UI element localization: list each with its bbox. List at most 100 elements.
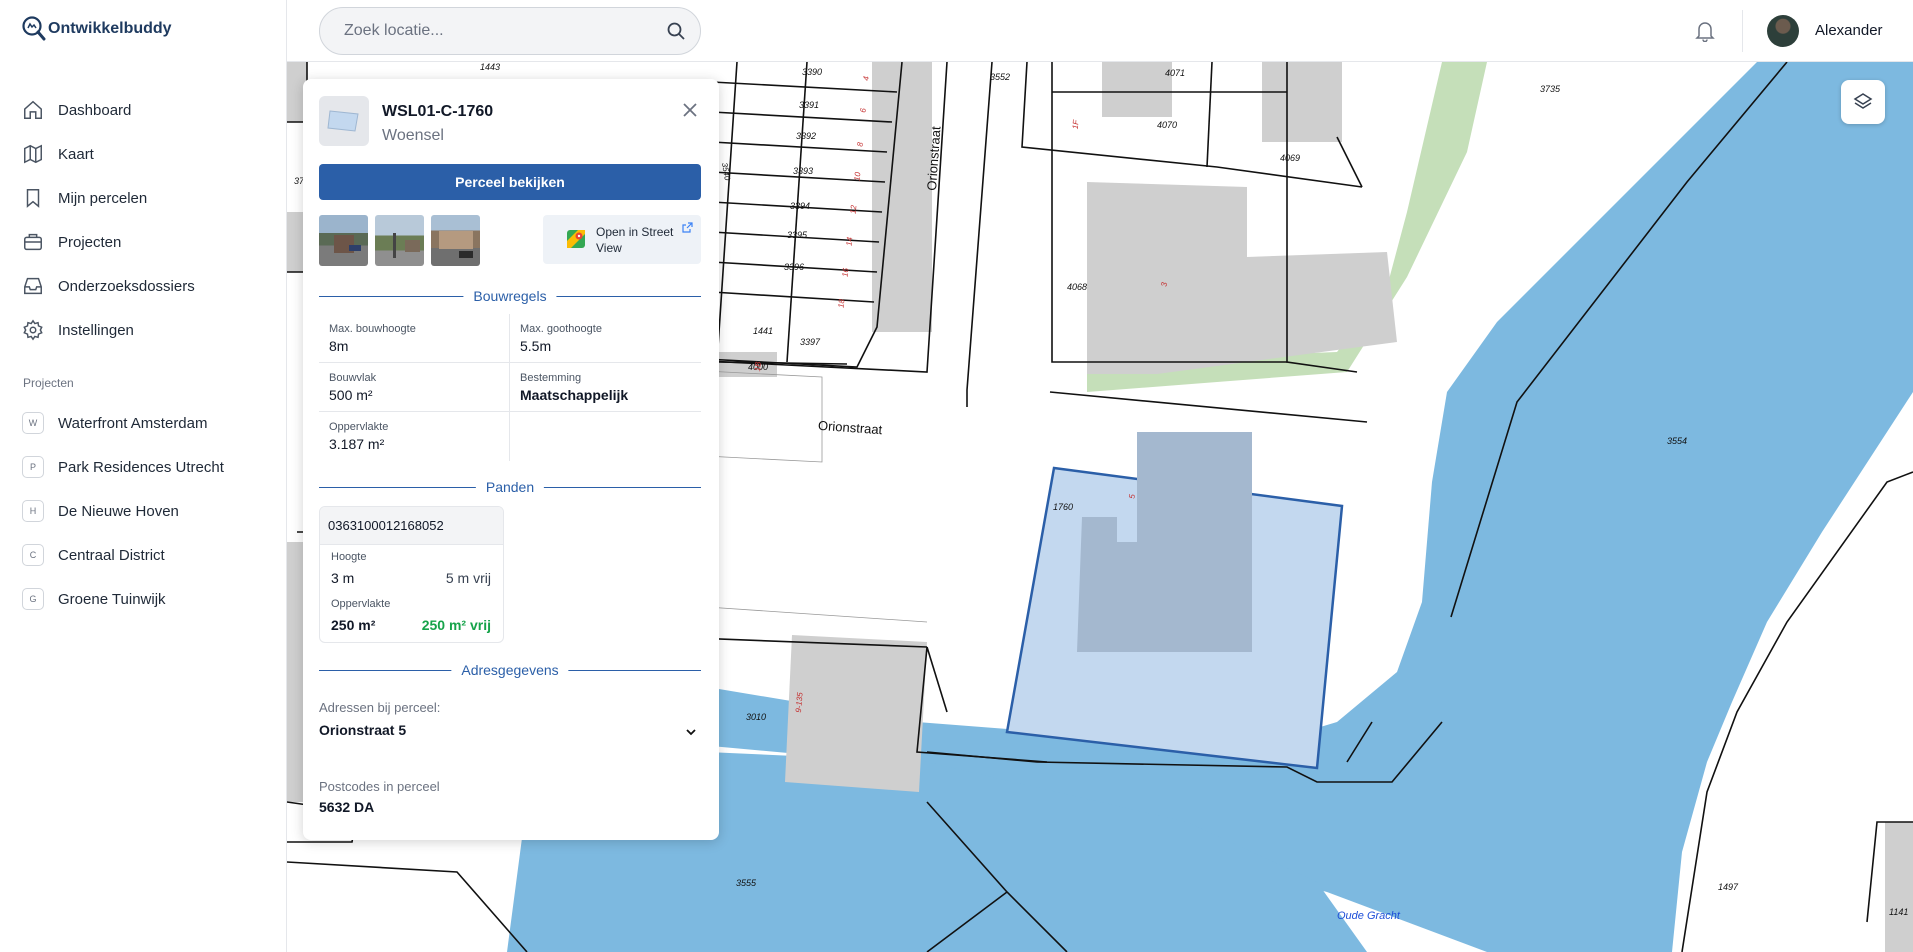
address-select[interactable]: Orionstraat 5 [319, 722, 701, 742]
building [785, 635, 927, 792]
rule-label: Max. bouwhoogte [329, 323, 416, 335]
project-badge: W [22, 412, 44, 434]
logo-text: Ontwikkelbuddy [48, 20, 172, 37]
parcel-number: 3396 [784, 262, 805, 272]
rule-label: Bouwvlak [329, 372, 377, 384]
projects-list: W Waterfront Amsterdam P Park Residences… [22, 401, 272, 621]
home-icon [24, 100, 42, 119]
rule-value: Maatschappelijk [520, 387, 629, 403]
parcel-number: 3555 [736, 878, 757, 888]
parcel-number: 4070 [1157, 120, 1178, 130]
project-item-waterfront[interactable]: W Waterfront Amsterdam [22, 401, 272, 445]
parcel-number: 3395 [787, 230, 808, 240]
postcode-label: Postcodes in perceel [319, 779, 440, 794]
project-label: De Nieuwe Hoven [58, 502, 179, 520]
house-number: 6 [858, 107, 868, 114]
parcel-thumbnail [319, 96, 369, 146]
nav-label: Onderzoeksdossiers [58, 277, 195, 295]
nav-label: Instellingen [58, 321, 134, 339]
avatar[interactable] [1767, 15, 1799, 47]
building [1087, 182, 1397, 374]
house-number: 1B [752, 361, 763, 372]
search-box[interactable] [319, 7, 701, 55]
rule-label: Oppervlakte [329, 421, 389, 433]
parcel-number: 3392 [796, 131, 817, 141]
parcel-number: 3397 [800, 337, 821, 347]
water-label: Oude Gracht [1337, 910, 1400, 922]
street-photo-3[interactable] [431, 215, 480, 266]
layers-button[interactable] [1841, 80, 1885, 124]
search-input[interactable] [344, 8, 644, 54]
project-item-park-residences[interactable]: P Park Residences Utrecht [22, 445, 272, 489]
nav-label: Kaart [58, 145, 94, 163]
project-item-centraal-district[interactable]: C Centraal District [22, 533, 272, 577]
nav-item-projecten[interactable]: Projecten [22, 220, 272, 264]
street-photo-1[interactable] [319, 215, 368, 266]
building [1885, 822, 1913, 952]
address-label: Adressen bij perceel: [319, 700, 441, 715]
search-icon[interactable] [666, 21, 686, 41]
house-number: 18 [836, 298, 847, 309]
nav-item-onderzoeksdossiers[interactable]: Onderzoeksdossiers [22, 264, 272, 308]
project-label: Park Residences Utrecht [58, 458, 224, 476]
project-label: Centraal District [58, 546, 165, 564]
rule-value: 500 m² [329, 387, 373, 403]
building [1262, 62, 1342, 142]
address-value: Orionstraat 5 [319, 722, 407, 738]
parcel-number: 1760 [1053, 502, 1074, 512]
section-title: Bouwregels [463, 288, 557, 304]
building [1102, 62, 1172, 117]
house-number: 16 [840, 267, 851, 278]
parcel-title: WSL01-C-1760 [382, 103, 494, 120]
project-badge: C [22, 544, 44, 566]
house-number: 8 [855, 141, 865, 148]
street-photo-2[interactable] [375, 215, 424, 266]
rule-value: 8m [329, 338, 349, 354]
pand-card[interactable]: 0363100012168052 Hoogte 3 m 5 m vrij Opp… [319, 506, 504, 643]
parcel-subtitle: Woensel [382, 127, 444, 144]
pand-oppervlakte: 250 m² [331, 617, 376, 633]
nav-item-kaart[interactable]: Kaart [22, 132, 272, 176]
briefcase-icon [24, 233, 42, 251]
pand-id: 0363100012168052 [320, 507, 503, 545]
rule-value: 5.5m [520, 338, 552, 354]
house-number: 10 [852, 171, 863, 182]
rule-cell: Max. goothoogte 5.5m [510, 314, 701, 363]
pand-label: Oppervlakte [331, 598, 391, 610]
chevron-down-icon [686, 729, 696, 736]
top-bar: Alexander [287, 0, 1913, 62]
parcel-number: 3391 [799, 100, 820, 110]
pand-label: Hoogte [331, 551, 367, 563]
header-divider [1742, 10, 1743, 52]
project-badge: P [22, 456, 44, 478]
parcel-number: 4069 [1280, 153, 1301, 163]
nav-label: Dashboard [58, 101, 132, 119]
close-icon[interactable] [679, 99, 701, 121]
rule-label: Max. goothoogte [520, 323, 602, 335]
nav-item-dashboard[interactable]: Dashboard [22, 88, 272, 132]
parcel-number: 1141 [1889, 907, 1909, 917]
house-number: 5 [1127, 493, 1137, 500]
external-link-icon [682, 222, 693, 233]
rule-cell: Bestemming Maatschappelijk [510, 363, 701, 412]
app-logo[interactable]: Ontwikkelbuddy [22, 16, 172, 42]
house-number: 3 [1159, 281, 1169, 288]
bell-icon[interactable] [1695, 20, 1715, 42]
parcel-number: 1441 [753, 326, 774, 336]
parcel-number: 3552 [990, 72, 1011, 82]
project-item-nieuwe-hoven[interactable]: H De Nieuwe Hoven [22, 489, 272, 533]
view-parcel-button[interactable]: Perceel bekijken [319, 164, 701, 200]
project-item-groene-tuinwijk[interactable]: G Groene Tuinwijk [22, 577, 272, 621]
parcel-number: 3393 [793, 166, 814, 176]
nav-item-instellingen[interactable]: Instellingen [22, 308, 272, 352]
project-label: Waterfront Amsterdam [58, 414, 208, 432]
parcel-number: 3735 [1540, 84, 1561, 94]
open-street-view-button[interactable]: Open in Street View [543, 215, 701, 264]
parcel-number: 3010 [746, 712, 767, 722]
nav-item-mijn-percelen[interactable]: Mijn percelen [22, 176, 272, 220]
google-maps-icon [567, 230, 585, 248]
user-name[interactable]: Alexander [1815, 22, 1883, 39]
main-nav: Dashboard Kaart Mijn percelen Projecten … [22, 88, 272, 352]
parcel-number: 3390 [802, 67, 823, 77]
rule-cell: Bouwvlak 500 m² [319, 363, 510, 412]
